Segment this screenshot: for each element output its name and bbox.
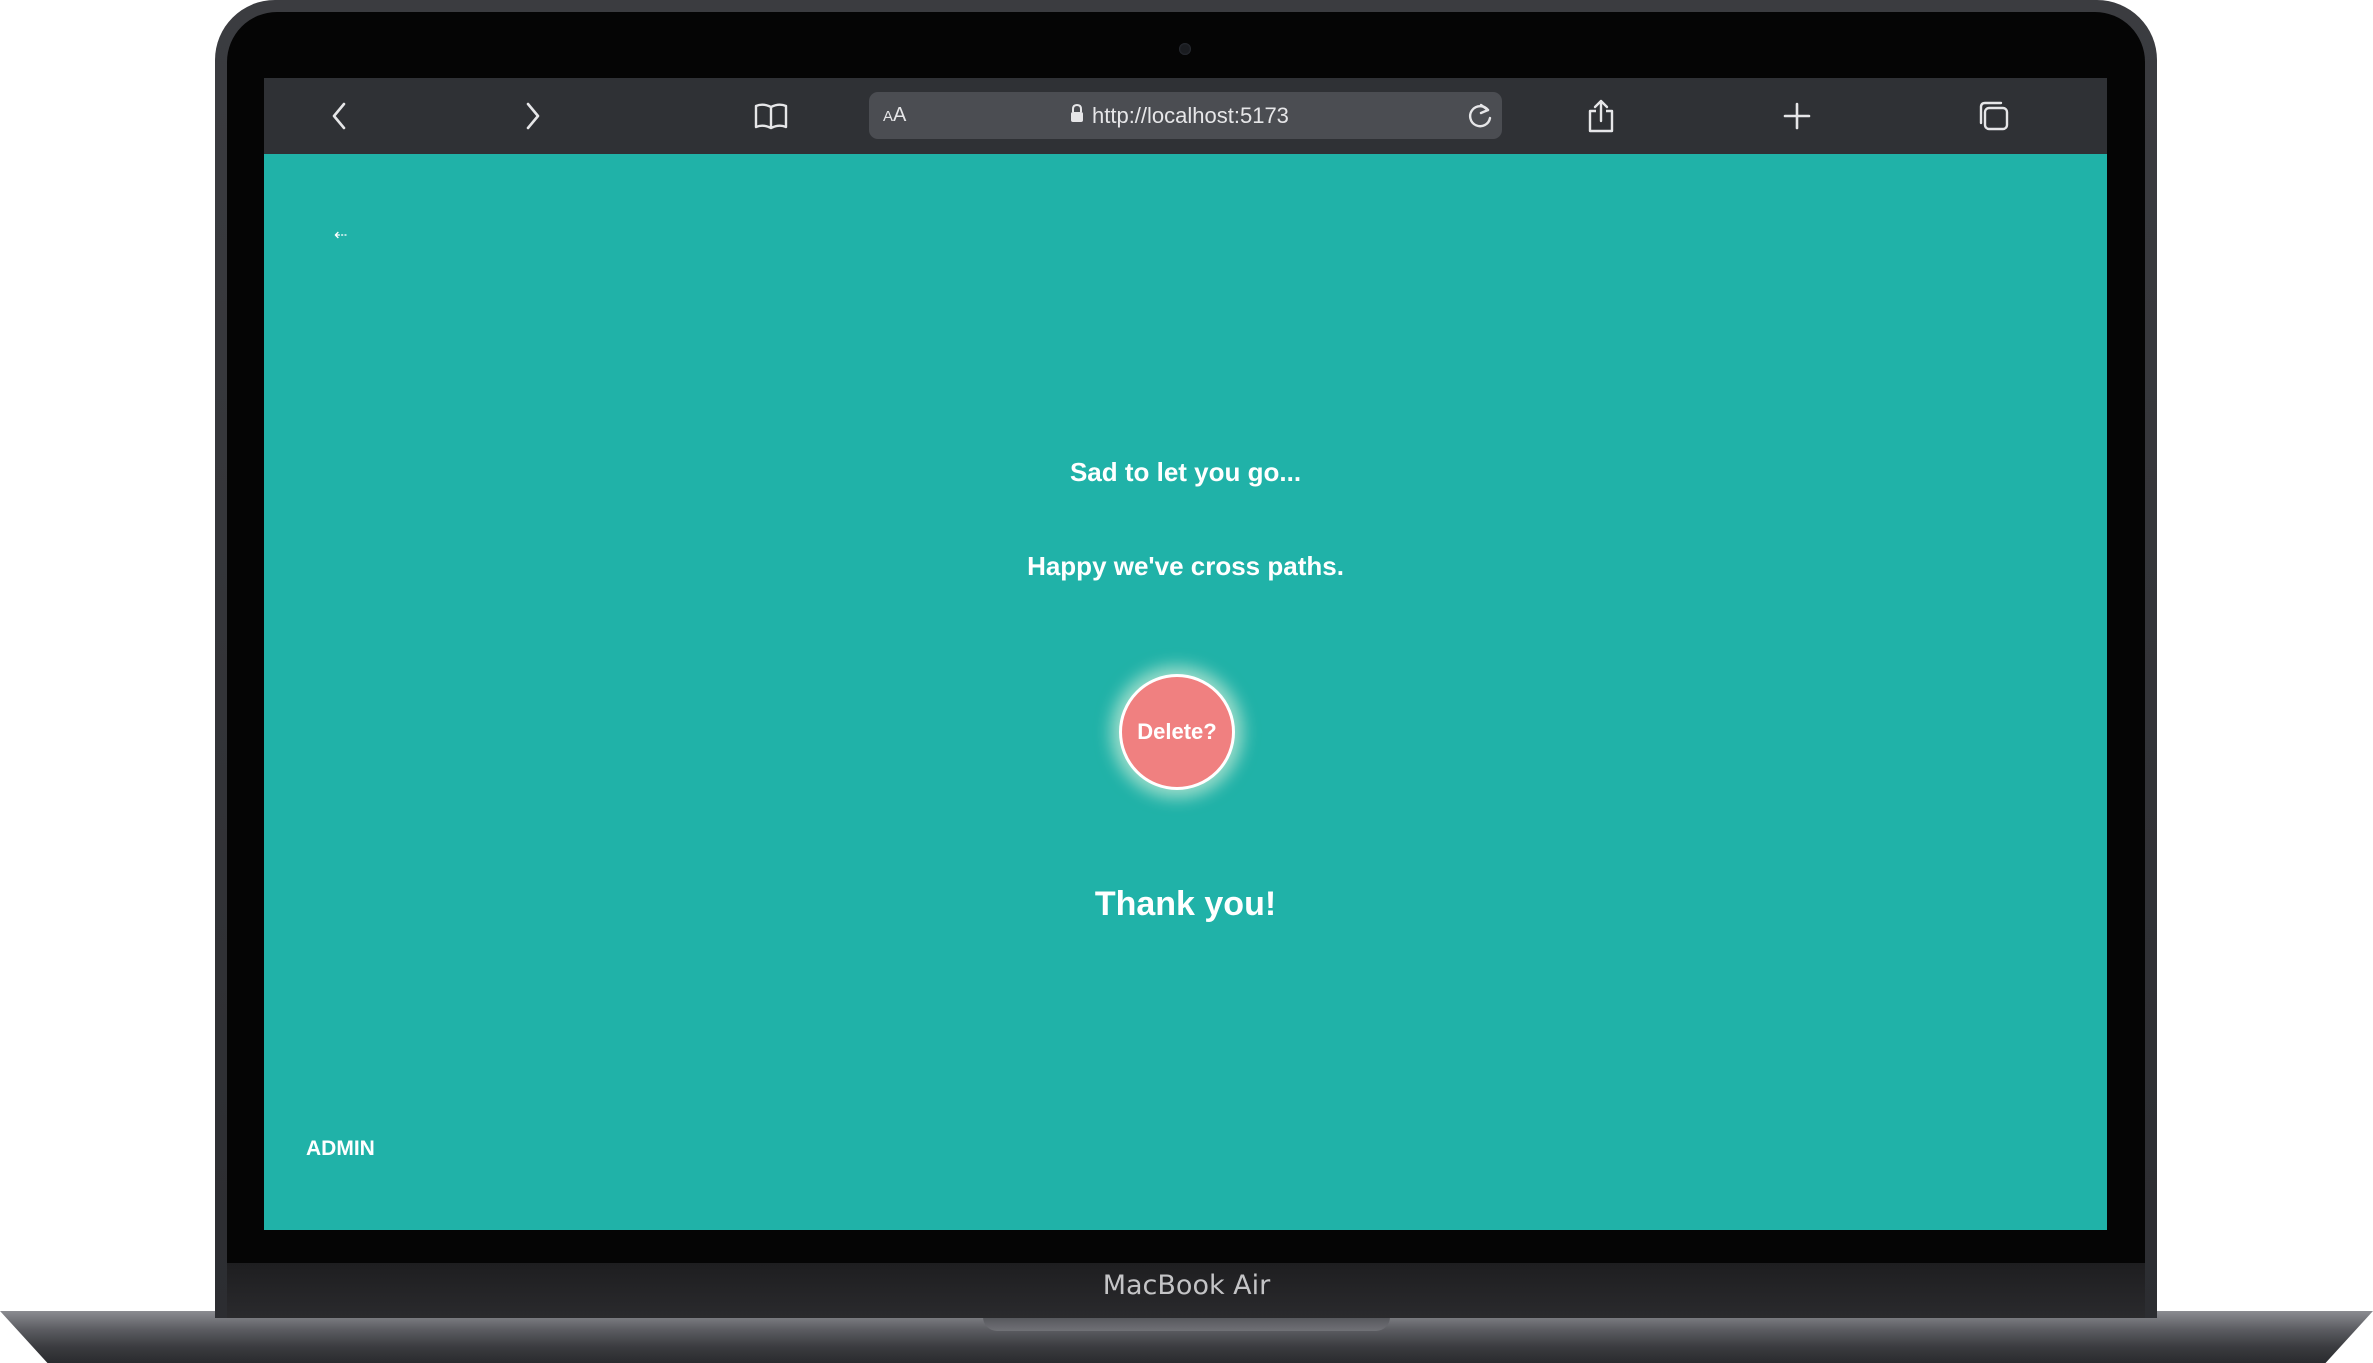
chevron-left-icon[interactable] <box>314 78 364 154</box>
gratitude-text: Happy we've cross paths. <box>1027 551 1344 581</box>
tabs-icon[interactable] <box>1968 78 2018 154</box>
plus-icon[interactable] <box>1772 78 1822 154</box>
lock-icon <box>1070 103 1084 129</box>
admin-link[interactable]: ADMIN <box>306 1137 375 1161</box>
device-brand-label: MacBook Air <box>1102 1270 1271 1301</box>
farewell-text: Sad to let you go... <box>1069 457 1302 487</box>
text-size-small-label: A <box>883 108 894 125</box>
page-viewport: ⇠ Sad to let you go... Happy we've cross… <box>264 154 2107 1230</box>
url-text: http://localhost:5173 <box>1092 102 1289 128</box>
delete-account-button[interactable]: Delete? <box>1119 674 1235 790</box>
text-size-large-label: A <box>893 104 907 126</box>
book-icon[interactable] <box>746 78 796 154</box>
camera-icon <box>1179 43 1191 55</box>
reload-icon[interactable] <box>1460 78 1500 154</box>
laptop-mockup: MacBook Air AA http://localhost:5173 ⇠ S… <box>0 0 2373 1363</box>
share-icon[interactable] <box>1576 78 1626 154</box>
chevron-right-icon[interactable] <box>508 78 558 154</box>
url-display[interactable]: http://localhost:5173 <box>1070 92 1289 139</box>
back-link[interactable]: ⇠ <box>334 225 347 245</box>
text-size-button[interactable]: AA <box>883 92 906 139</box>
thank-you-heading: Thank you! <box>1094 885 1277 923</box>
